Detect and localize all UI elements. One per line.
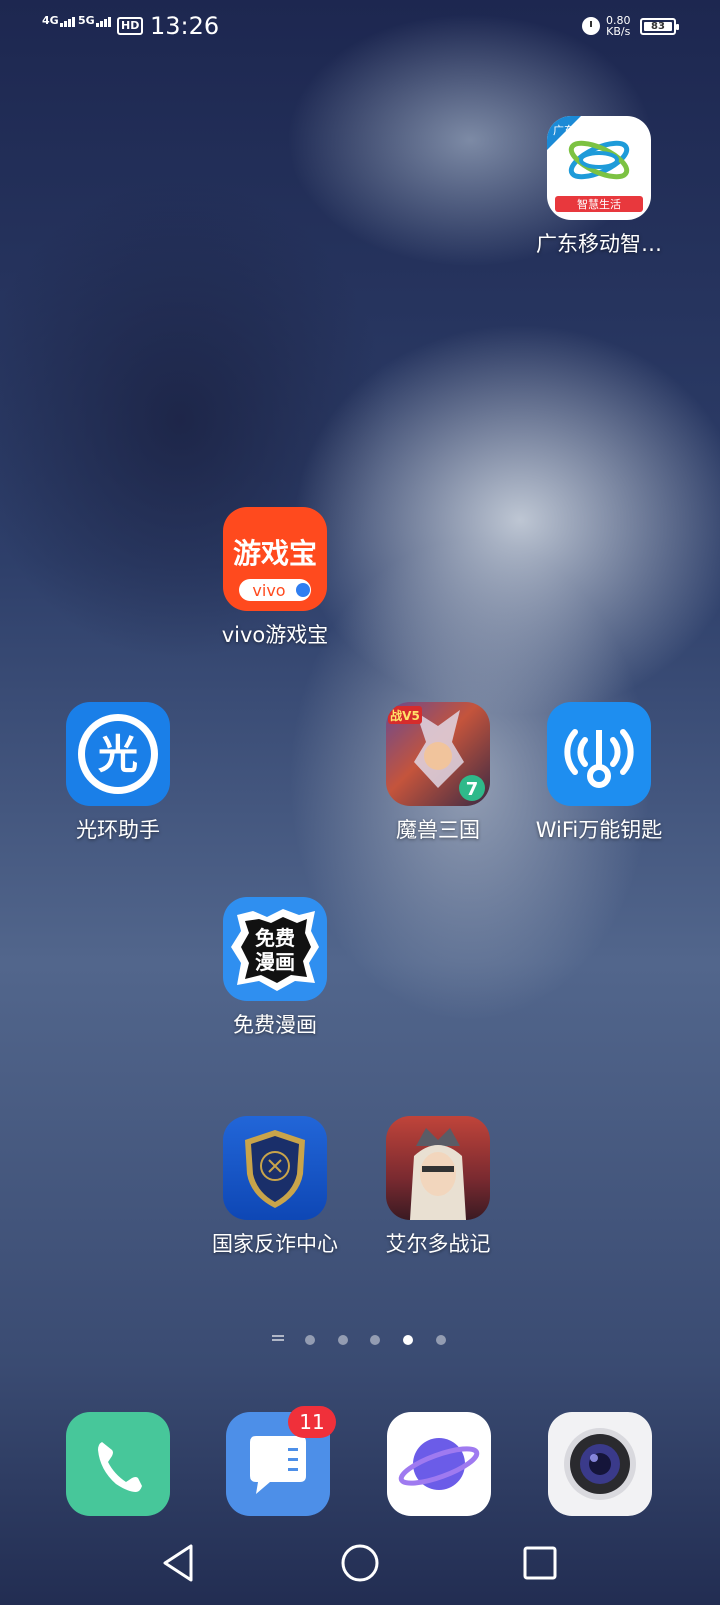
home-button[interactable]	[335, 1538, 385, 1588]
comics-line1: 免费	[255, 926, 295, 950]
app-guangdong-mobile[interactable]: 广东 智慧生活 广东移动智…	[519, 116, 679, 258]
wifi-key-icon	[547, 702, 651, 806]
page-dot[interactable]	[338, 1335, 348, 1345]
battery-icon: 83	[640, 18, 679, 35]
free-comics-icon: 免费 漫画	[223, 897, 327, 1001]
guanghuan-char: 光	[98, 732, 138, 778]
app-vivo-games[interactable]: 游戏宝 vivo vivo游戏宝	[195, 507, 355, 649]
app-label: 免费漫画	[233, 1013, 317, 1037]
app-label: WiFi万能钥匙	[535, 818, 663, 842]
network-speed: 0.80 KB/s	[606, 15, 631, 37]
page-dot-active[interactable]	[403, 1335, 413, 1345]
app-moshou[interactable]: 战V5 7 魔兽三国	[358, 702, 518, 844]
messages-badge: 11	[288, 1406, 336, 1438]
gd-corner-text: 广东	[553, 124, 575, 137]
app-free-comics[interactable]: 免费 漫画 免费漫画	[195, 897, 355, 1039]
page-dot[interactable]	[370, 1335, 380, 1345]
camera-icon[interactable]	[548, 1412, 652, 1516]
comics-line2: 漫画	[255, 950, 295, 974]
hd-indicator: HD	[117, 17, 144, 35]
recents-button[interactable]	[515, 1538, 565, 1588]
clock: 13:26	[150, 12, 220, 40]
speed-unit: KB/s	[606, 25, 631, 38]
alarm-icon	[582, 17, 600, 35]
china-mobile-icon: 广东 智慧生活	[547, 116, 651, 220]
gd-banner-text: 智慧生活	[577, 197, 621, 211]
vivo-brand-text: vivo	[252, 581, 285, 600]
vivo-title-text: 游戏宝	[233, 537, 317, 570]
app-label: 魔兽三国	[396, 818, 480, 842]
anti-fraud-icon	[223, 1116, 327, 1220]
signal-5g: 5G	[78, 14, 112, 27]
app-label: 国家反诈中心	[212, 1232, 338, 1256]
moshou-game-icon: 战V5 7	[386, 702, 490, 806]
browser-icon[interactable]	[387, 1412, 491, 1516]
back-button[interactable]	[155, 1538, 205, 1588]
app-anti-fraud[interactable]: 国家反诈中心	[195, 1116, 355, 1258]
guanghuan-icon: 光	[66, 702, 170, 806]
app-aier[interactable]: 艾尔多战记	[358, 1116, 518, 1258]
app-label: vivo游戏宝	[221, 623, 329, 647]
app-label: 艾尔多战记	[385, 1232, 491, 1256]
page-dot[interactable]	[436, 1335, 446, 1345]
app-label: 广东移动智…	[536, 232, 662, 256]
status-bar: 4G 5G HD 13:26 0.80 KB/s 83	[0, 0, 720, 56]
app-label: 光环助手	[76, 818, 160, 842]
page-list-icon[interactable]	[272, 1335, 284, 1345]
page-indicator[interactable]	[0, 1332, 720, 1346]
phone-icon[interactable]	[66, 1412, 170, 1516]
vivo-games-icon: 游戏宝 vivo	[223, 507, 327, 611]
page-dot[interactable]	[305, 1335, 315, 1345]
app-guanghuan[interactable]: 光 光环助手	[38, 702, 198, 844]
moshou-num-text: 7	[466, 779, 479, 800]
aier-game-icon	[386, 1116, 490, 1220]
battery-level: 83	[651, 21, 665, 32]
app-wifi-key[interactable]: WiFi万能钥匙	[519, 702, 679, 844]
moshou-tag-text: 战V5	[390, 708, 420, 723]
signal-4g: 4G	[42, 14, 76, 27]
